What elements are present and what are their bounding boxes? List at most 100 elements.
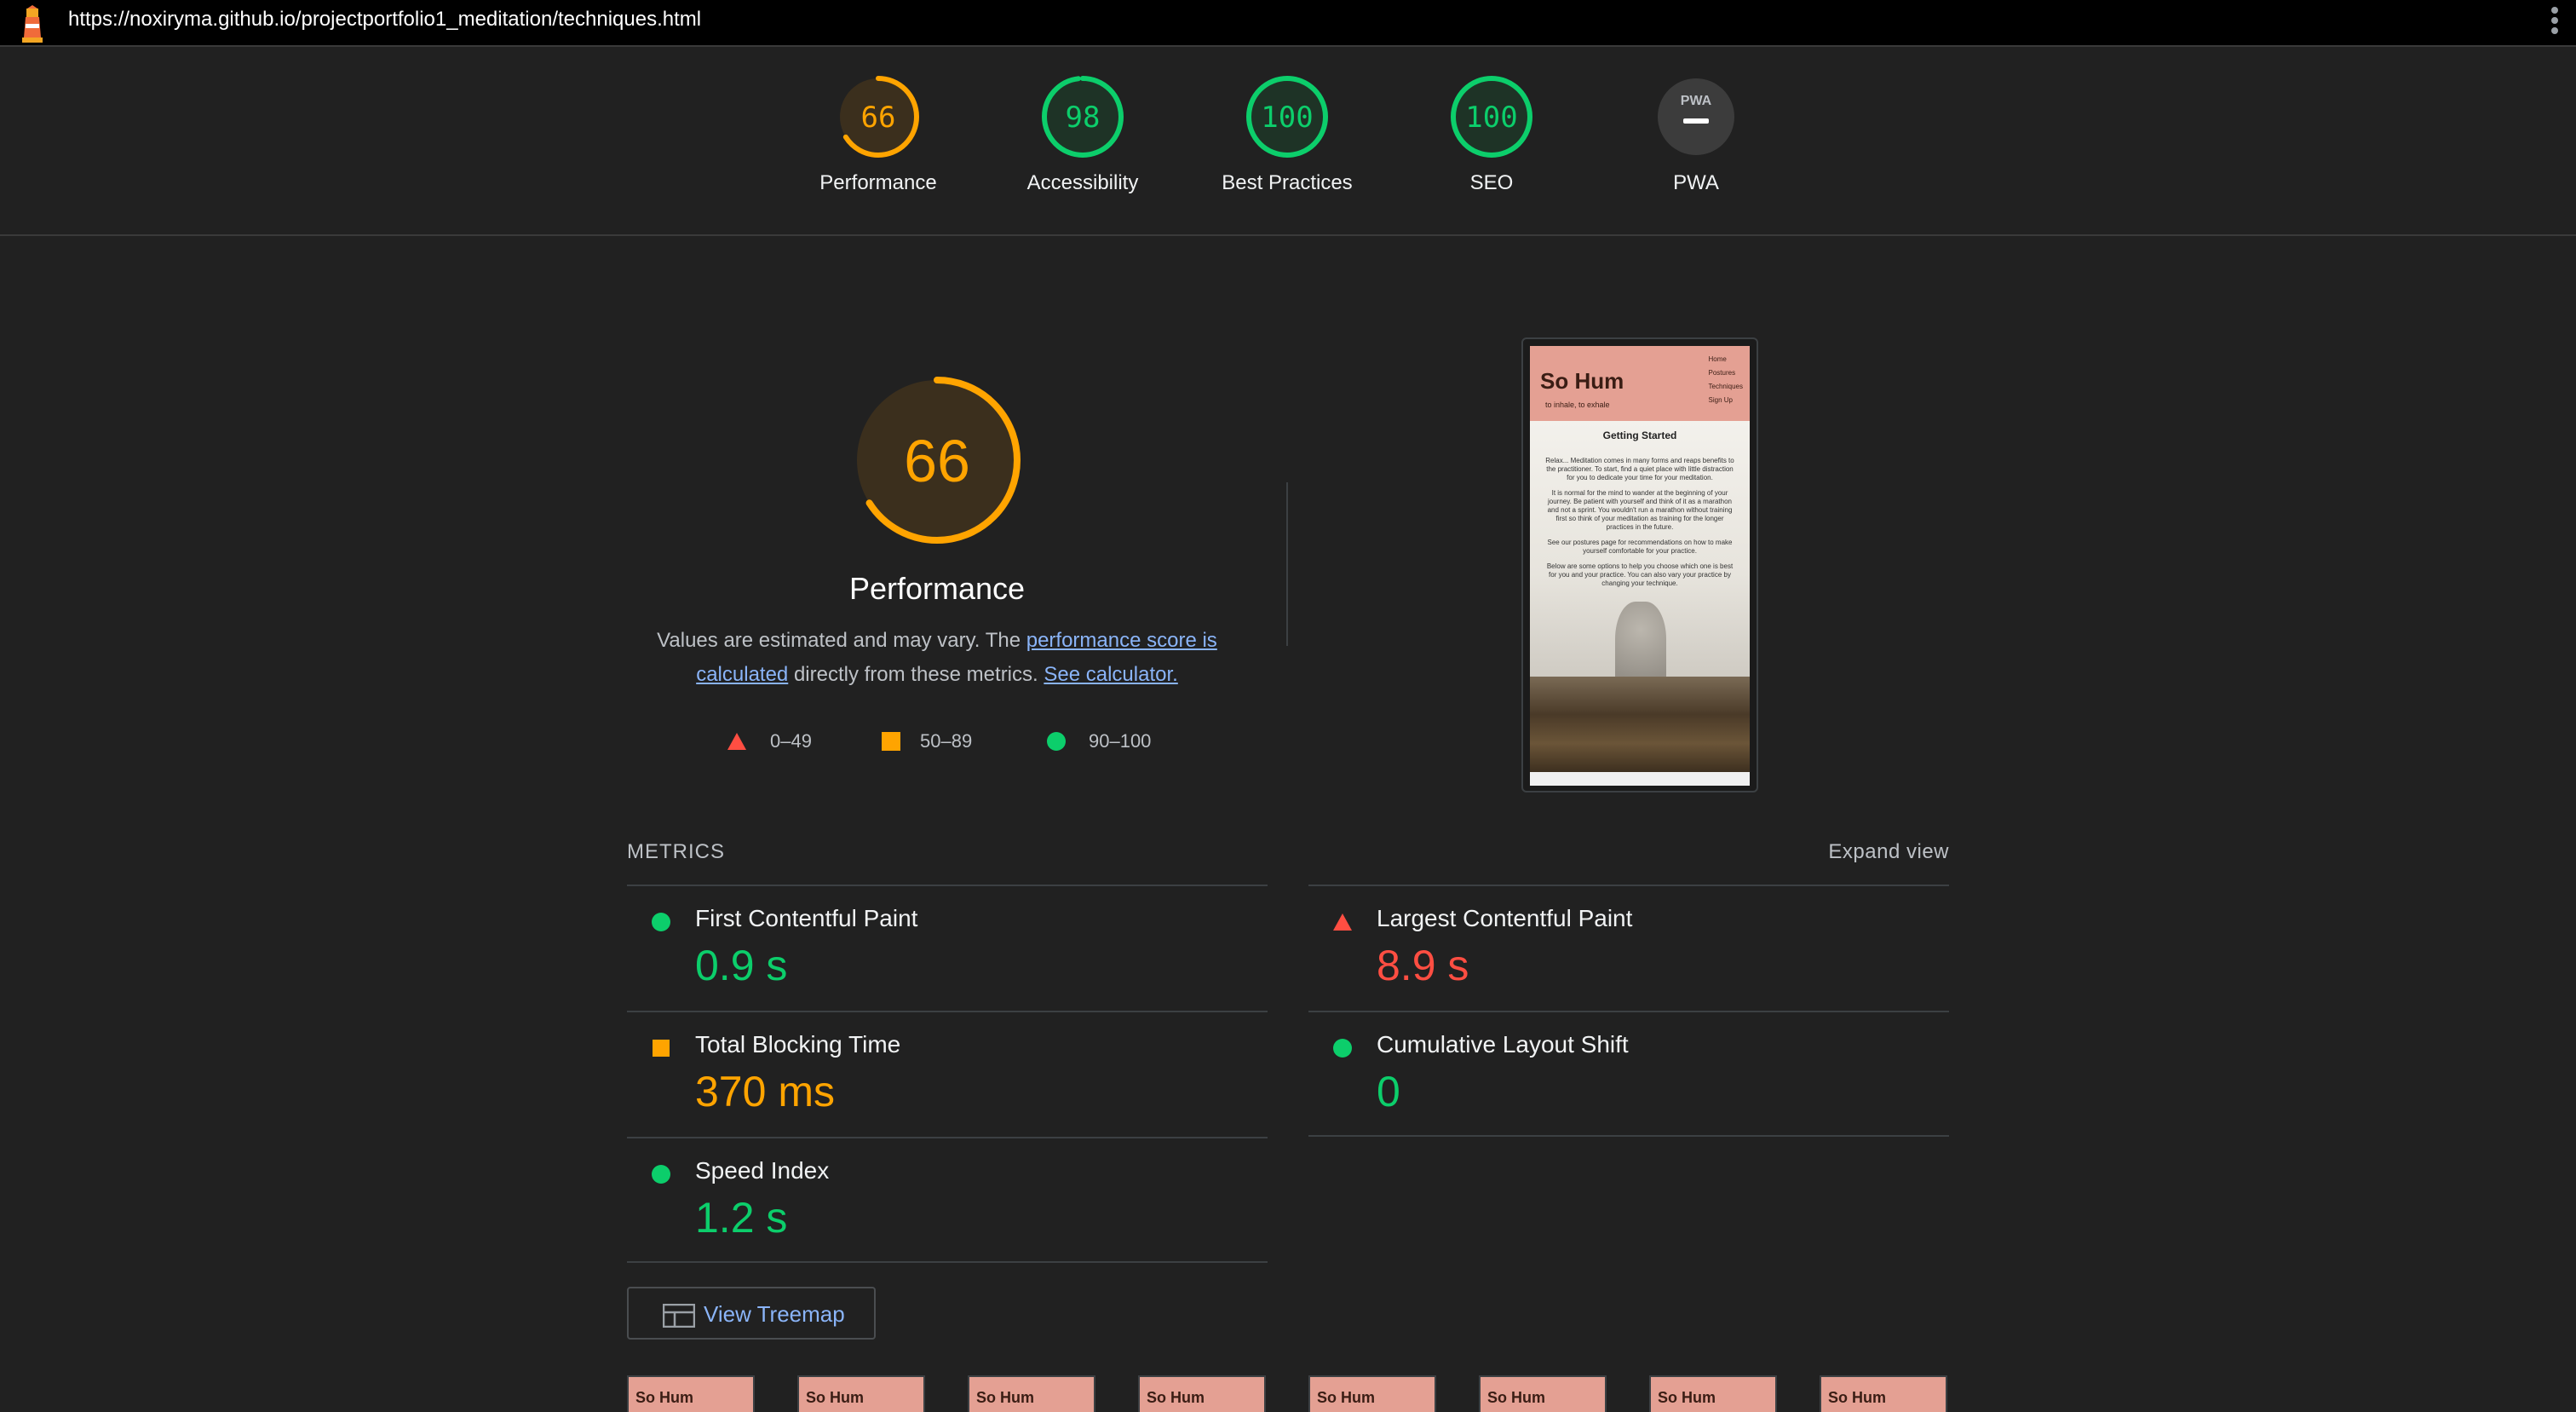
square-icon [882,732,900,751]
filmstrip-frame-title: So Hum [1658,1389,1716,1406]
see-calculator-link[interactable]: See calculator. [1044,663,1177,686]
gauge-score: 100 [1261,101,1313,135]
screenshot-page: So Hum to inhale, to exhale Home Posture… [1530,346,1750,786]
metric-speed-index: Speed Index 1.2 s [627,1137,1268,1263]
filmstrip-frame: So Hum [1649,1375,1777,1412]
performance-title: Performance [848,571,1026,606]
legend-average-label: 50–89 [920,730,973,752]
view-treemap-label: View Treemap [704,1301,845,1327]
filmstrip-frame-title: So Hum [806,1389,865,1406]
gauge-score: 66 [861,101,896,135]
gauge-label: Accessibility [1026,171,1139,194]
filmstrip-frame-title: So Hum [1828,1389,1887,1406]
gauge-label: SEO [1469,171,1514,194]
filmstrip-frame: So Hum [968,1375,1095,1412]
screenshot-paragraph: It is normal for the mind to wander at t… [1547,489,1733,531]
filmstrip-frame: So Hum [1479,1375,1607,1412]
screenshot-paragraph: Below are some options to help you choos… [1546,562,1734,587]
section-divider [1286,482,1288,646]
pass-circle-icon [652,1165,670,1184]
gauge-seo[interactable]: 100 SEO [1398,74,1585,195]
metric-value: 0 [1377,1068,1400,1115]
pass-circle-icon [1333,1039,1352,1058]
gauge-label: Performance [819,171,937,194]
gauge-label: PWA [1673,171,1719,194]
metric-value: 0.9 s [695,942,788,989]
gauge-ring: 100 [1451,76,1532,158]
metrics-divider [627,1261,1268,1263]
filmstrip-frame: So Hum [1820,1375,1947,1412]
screenshot-header: So Hum to inhale, to exhale Home Posture… [1530,346,1750,421]
metric-cumulative-layout-shift: Cumulative Layout Shift 0 [1308,1011,1949,1137]
final-screenshot[interactable]: So Hum to inhale, to exhale Home Posture… [1521,337,1758,792]
metric-name: Cumulative Layout Shift [1377,1031,1629,1058]
filmstrip-frame-title: So Hum [1317,1389,1376,1406]
score-gauges-header: 66 Performance 98 Accessibility 100 Best Prac… [0,49,2576,236]
legend-pass-label: 90–100 [1089,730,1152,752]
screenshot-heading: Getting Started [1602,429,1677,441]
metric-first-contentful-paint: First Contentful Paint 0.9 s [627,885,1268,1011]
metric-name: Total Blocking Time [695,1031,901,1058]
filmstrip-frame: So Hum [797,1375,925,1412]
average-square-icon [653,1040,670,1057]
performance-section: 66 Performance Values are estimated and … [647,375,1227,784]
pwa-dash-icon [1683,118,1709,124]
score-legend: 0–49 50–89 90–100 [726,724,1169,758]
screenshot-nav-item: Sign Up [1708,396,1733,404]
performance-gauge: 66 [854,377,1021,544]
lighthouse-icon [22,5,43,43]
screenshot-nav-item: Home [1708,355,1727,363]
screenshot-site-title: So Hum [1540,368,1624,394]
gauge-performance[interactable]: 66 Performance [785,74,972,195]
view-treemap-button[interactable]: View Treemap [627,1287,876,1340]
screenshot-site-subtitle: to inhale, to exhale [1545,401,1610,409]
metric-value: 1.2 s [695,1194,788,1242]
metric-name: Speed Index [695,1157,830,1184]
gauge-best-practices[interactable]: 100 Best Practices [1193,74,1381,195]
gauge-score: 66 [904,428,970,494]
screenshot-nav: Home Postures Techniques Sign Up [1709,353,1743,407]
expand-view-toggle[interactable]: Expand view [1828,840,1949,864]
filmstrip-frame: So Hum [627,1375,755,1412]
metrics-title: METRICS [627,840,725,863]
url-text[interactable]: https://noxiryma.github.io/projectportfo… [68,7,701,32]
treemap-icon [663,1304,695,1328]
screenshot-nav-item: Postures [1708,369,1736,377]
metrics-header: METRICS Expand view [627,840,1949,869]
screenshot-paragraph: See our postures page for recommendation… [1547,539,1733,555]
filmstrip-frame-title: So Hum [1147,1389,1205,1406]
desc-text: Values are estimated and may vary. The [657,629,1026,652]
gauge-score: 100 [1465,101,1517,135]
filmstrip-frame: So Hum [1138,1375,1266,1412]
circle-icon [1047,732,1066,751]
filmstrip-frame-title: So Hum [1487,1389,1546,1406]
legend-fail-label: 0–49 [770,730,812,752]
kebab-menu-icon[interactable] [2549,7,2561,37]
metric-value: 370 ms [695,1068,835,1115]
desc-text-2: directly from these metrics. [788,663,1044,686]
metric-name: Largest Contentful Paint [1377,905,1633,931]
metric-total-blocking-time: Total Blocking Time 370 ms [627,1011,1268,1137]
filmstrip-frame-title: So Hum [635,1389,694,1406]
filmstrip-frame: So Hum [1308,1375,1436,1412]
metrics-divider [1308,1135,1949,1137]
gauge-background [1658,78,1734,155]
gauge-pwa[interactable]: PWA PWA [1602,74,1790,195]
gauge-ring: 100 [1246,76,1328,158]
address-bar: https://noxiryma.github.io/projectportfo… [0,0,2576,47]
screenshot-text: Relax... Meditation comes in many forms … [1545,457,1734,588]
gauge-ring: PWA [1658,78,1734,155]
metric-largest-contentful-paint: Largest Contentful Paint 8.9 s [1308,885,1949,1011]
screenshot-paragraph: Relax... Meditation comes in many forms … [1545,457,1734,481]
performance-description: Values are estimated and may vary. The p… [647,624,1227,692]
gauge-label: Best Practices [1222,171,1353,194]
triangle-icon [727,733,746,750]
gauge-ring: 66 [837,76,919,158]
filmstrip-frame-title: So Hum [976,1389,1035,1406]
metric-name: First Contentful Paint [695,905,918,931]
ground-image [1530,677,1750,772]
metric-value: 8.9 s [1377,942,1469,989]
gauge-score: 98 [1066,101,1101,135]
gauge-accessibility[interactable]: 98 Accessibility [989,74,1176,195]
pwa-badge-text: PWA [1681,94,1712,108]
